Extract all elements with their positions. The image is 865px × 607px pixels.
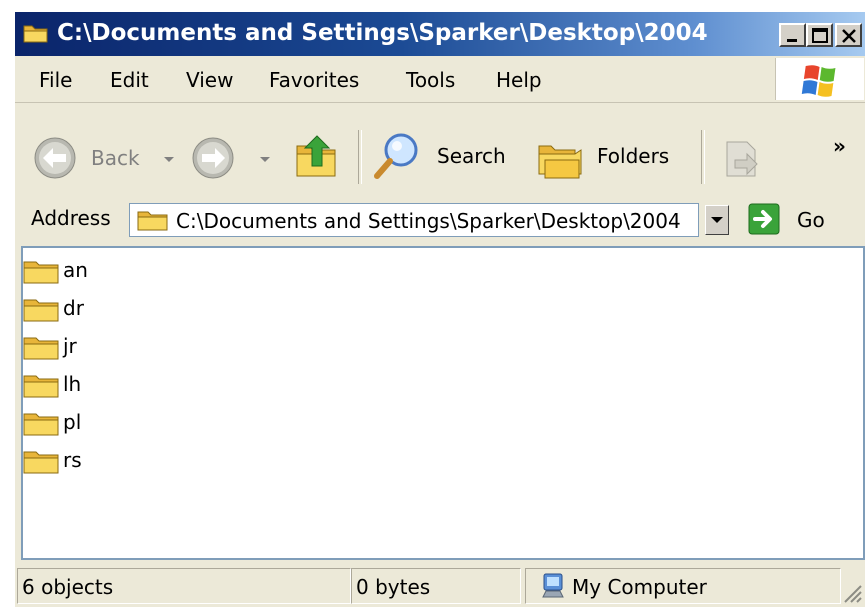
folder-item[interactable]: jr — [23, 330, 143, 364]
search-label: Search — [437, 144, 506, 168]
explorer-window: C:\Documents and Settings\Sparker\Deskto… — [15, 12, 865, 607]
go-label: Go — [797, 208, 825, 232]
folder-name: rs — [63, 448, 82, 472]
folder-name: lh — [63, 372, 82, 396]
my-computer-icon — [542, 573, 564, 598]
search-magnifier-icon — [374, 133, 418, 179]
maximize-icon — [812, 28, 828, 43]
toolbar-separator — [701, 130, 705, 184]
window-title: C:\Documents and Settings\Sparker\Deskto… — [57, 20, 708, 46]
folder-icon — [23, 375, 59, 398]
back-button[interactable]: Back — [29, 134, 184, 182]
status-objects: 6 objects — [22, 575, 114, 599]
up-button[interactable] — [293, 132, 343, 182]
status-zone: My Computer — [572, 575, 707, 599]
folder-name: pl — [63, 410, 82, 434]
folder-item[interactable]: dr — [23, 292, 143, 326]
title-bar[interactable]: C:\Documents and Settings\Sparker\Deskto… — [15, 12, 865, 56]
menu-help[interactable]: Help — [496, 68, 542, 92]
folder-icon — [23, 451, 59, 474]
toolbar-overflow-chevron[interactable]: » — [833, 134, 846, 158]
back-label: Back — [91, 146, 140, 170]
search-button[interactable]: Search — [371, 130, 521, 184]
address-bar: Address C:\Documents and Settings\Sparke… — [15, 196, 865, 244]
status-bar: 6 objects 0 bytes My Computer — [15, 564, 865, 607]
windows-flag-icon — [801, 65, 836, 97]
address-dropdown-button[interactable] — [705, 205, 729, 235]
status-zone-pane: My Computer — [525, 568, 841, 604]
folders-icon — [538, 145, 582, 179]
forward-dropdown-icon[interactable] — [259, 156, 271, 164]
folders-label: Folders — [597, 144, 670, 168]
address-input[interactable]: C:\Documents and Settings\Sparker\Deskto… — [129, 203, 699, 237]
toolbar-separator — [358, 130, 362, 184]
folder-icon — [23, 261, 59, 284]
minimize-button[interactable] — [779, 23, 806, 47]
go-button[interactable]: Go — [745, 202, 855, 238]
folder-item[interactable]: rs — [23, 444, 143, 478]
menu-bar: File Edit View Favorites Tools Help — [15, 56, 865, 103]
folder-name: jr — [63, 334, 77, 358]
folder-name: dr — [63, 296, 84, 320]
chevron-down-icon — [711, 217, 723, 223]
menu-edit[interactable]: Edit — [110, 68, 149, 92]
menu-favorites[interactable]: Favorites — [269, 68, 359, 92]
folder-icon — [23, 25, 48, 43]
close-icon — [842, 29, 856, 43]
windows-logo — [775, 58, 864, 100]
up-folder-icon — [296, 135, 336, 177]
move-to-icon[interactable] — [719, 134, 767, 182]
resize-grip-icon[interactable] — [841, 582, 863, 604]
file-list-pane[interactable]: an dr jr lh pl rs — [21, 246, 865, 560]
forward-button[interactable] — [189, 134, 277, 182]
folder-item[interactable]: an — [23, 254, 143, 288]
minimize-icon — [787, 39, 797, 42]
folder-icon — [23, 299, 59, 322]
address-label: Address — [31, 206, 111, 230]
back-arrow-icon — [34, 137, 76, 179]
menu-file[interactable]: File — [39, 68, 72, 92]
folder-name: an — [63, 258, 88, 282]
maximize-button[interactable] — [806, 23, 833, 47]
folder-item[interactable]: pl — [23, 406, 143, 440]
folder-icon — [23, 413, 59, 436]
close-button[interactable] — [835, 23, 862, 47]
status-objects-pane: 6 objects — [17, 568, 351, 604]
folder-item[interactable]: lh — [23, 368, 143, 402]
menu-view[interactable]: View — [186, 68, 233, 92]
go-arrow-icon — [748, 203, 780, 235]
menu-tools[interactable]: Tools — [406, 68, 455, 92]
folders-button[interactable]: Folders — [535, 134, 685, 184]
folder-icon — [23, 337, 59, 360]
back-dropdown-icon[interactable] — [163, 156, 175, 164]
address-path: C:\Documents and Settings\Sparker\Deskto… — [176, 209, 681, 233]
standard-toolbar: Back Search Folders » — [15, 104, 865, 197]
address-folder-icon — [137, 211, 168, 231]
status-size: 0 bytes — [356, 575, 431, 599]
forward-arrow-icon — [192, 137, 234, 179]
status-size-pane: 0 bytes — [351, 568, 521, 604]
